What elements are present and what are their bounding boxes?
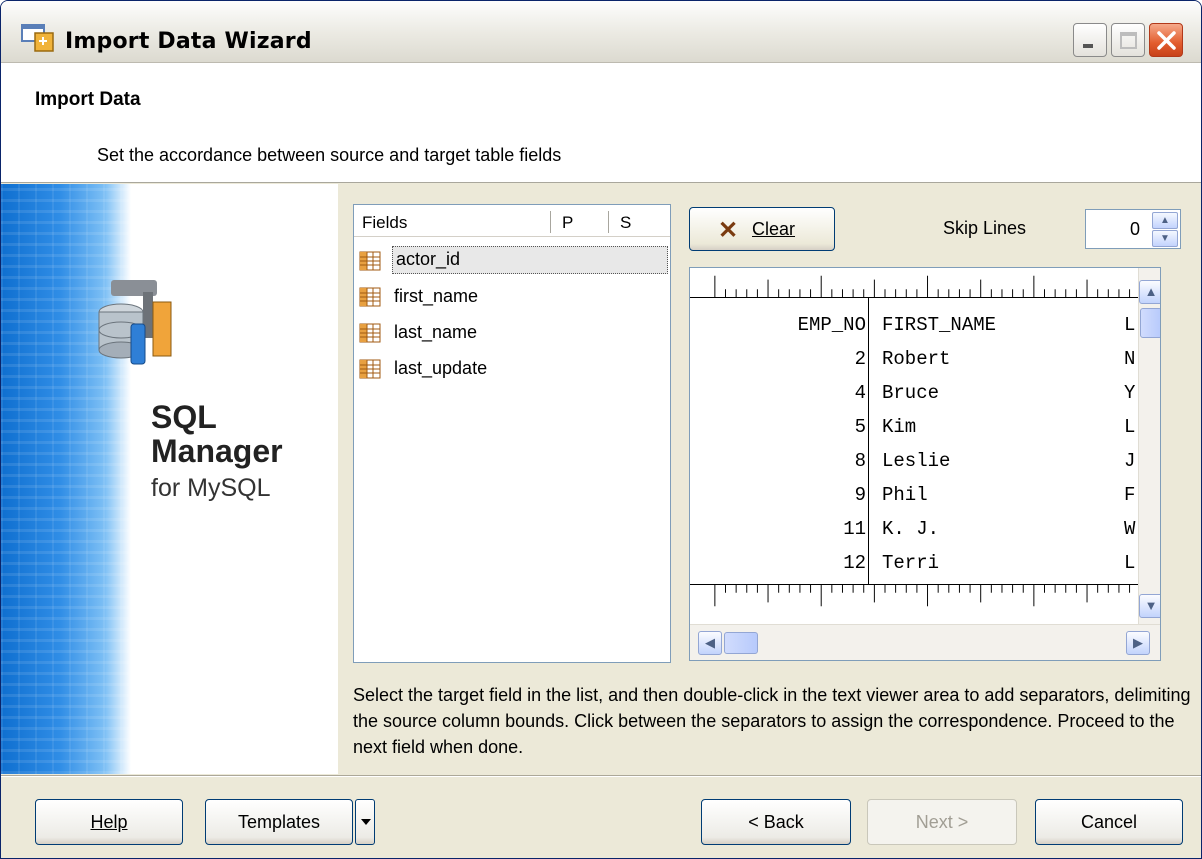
page-subtitle: Set the accordance between source and ta… [97,145,562,165]
bottom-ruler[interactable] [690,584,1138,614]
spin-down-button[interactable]: ▼ [1152,230,1178,247]
brand-for-mysql: for MySQL [151,474,271,502]
table-field-icon [359,287,381,307]
column-separator[interactable] [550,211,551,233]
minimize-button[interactable] [1073,23,1107,57]
clear-button-label: Clear [752,219,796,239]
field-name: last_name [394,322,478,342]
database-tools-icon [98,280,172,365]
text-row: 12 Terri L [843,552,1136,574]
scroll-right-button[interactable]: ▶ [1126,631,1150,655]
horizontal-scrollbar[interactable]: ◀ ▶ [690,624,1160,660]
text-viewer[interactable]: EMP_NO FIRST_NAME L 2 Robert N 4 Bruce Y 5 Kim L… [689,267,1161,661]
next-button[interactable]: Next > [867,799,1017,845]
field-item-first-name[interactable]: first_name [356,280,668,314]
text-row: 9 Phil F [854,484,1136,506]
skip-lines-value[interactable]: 0 [1130,219,1140,240]
scroll-left-button[interactable]: ◀ [698,631,722,655]
import-data-wizard-window: Import Data Wizard Import Data Set the a… [0,0,1202,859]
product-banner: SQL Manager for MySQL [1,184,338,774]
app-icon [21,24,54,52]
column-header-p[interactable]: P [562,213,573,233]
maximize-icon [1120,32,1137,49]
clear-x-icon: ✕ [718,217,739,244]
page-title: Import Data [35,89,141,110]
clear-button[interactable]: ✕ Clear [689,207,835,251]
column-header-s[interactable]: S [620,213,631,233]
title-bar[interactable]: Import Data Wizard [1,1,1201,63]
text-row: 8 Leslie J [854,450,1136,472]
window-title: Import Data Wizard [65,29,312,54]
brand-manager: Manager [151,433,283,469]
skip-lines-spinner[interactable]: 0 ▲ ▼ [1085,209,1181,249]
templates-button[interactable]: Templates [205,799,353,845]
table-field-icon [359,323,381,343]
close-icon [1157,31,1176,50]
scroll-down-button[interactable]: ▼ [1139,594,1160,618]
maximize-button[interactable] [1111,23,1145,57]
scroll-up-button[interactable]: ▲ [1139,280,1160,304]
field-name: actor_id [392,246,668,274]
top-ruler[interactable] [690,268,1138,298]
vertical-scroll-thumb[interactable] [1140,308,1160,338]
text-row: 5 Kim L [854,416,1136,438]
table-field-icon [359,251,381,271]
minimize-icon [1083,44,1093,48]
text-row: EMP_NO FIRST_NAME L [797,314,1136,336]
field-name: last_update [394,358,488,378]
field-item-actor-id[interactable]: actor_id [356,244,668,278]
skip-lines-label: Skip Lines [943,218,1027,238]
field-item-last-update[interactable]: last_update [356,352,668,386]
horizontal-scroll-thumb[interactable] [724,632,758,654]
text-row: 11 K. J. W [843,518,1136,540]
field-name: first_name [394,286,479,306]
help-button[interactable]: Help [35,799,183,845]
column-separator[interactable] [608,211,609,233]
fields-list-header: Fields P S [354,205,670,237]
cancel-button[interactable]: Cancel [1035,799,1183,845]
instructions-text: Select the target field in the list, and… [353,685,1191,757]
brand-sql: SQL [151,399,217,435]
back-button[interactable]: < Back [701,799,851,845]
field-item-last-name[interactable]: last_name [356,316,668,350]
text-row: 2 Robert N [854,348,1136,370]
vertical-scrollbar[interactable]: ▲ ▼ [1138,268,1160,624]
templates-dropdown-button[interactable] [355,799,375,845]
column-header-fields[interactable]: Fields [362,213,407,233]
table-field-icon [359,359,381,379]
footer-divider [1,775,1201,777]
close-button[interactable] [1149,23,1183,57]
spin-up-button[interactable]: ▲ [1152,212,1178,229]
fields-list[interactable]: Fields P S actor_id first_name last_name… [353,204,671,663]
text-row: 4 Bruce Y [854,382,1136,404]
wizard-header: Import Data Set the accordance between s… [1,63,1201,183]
